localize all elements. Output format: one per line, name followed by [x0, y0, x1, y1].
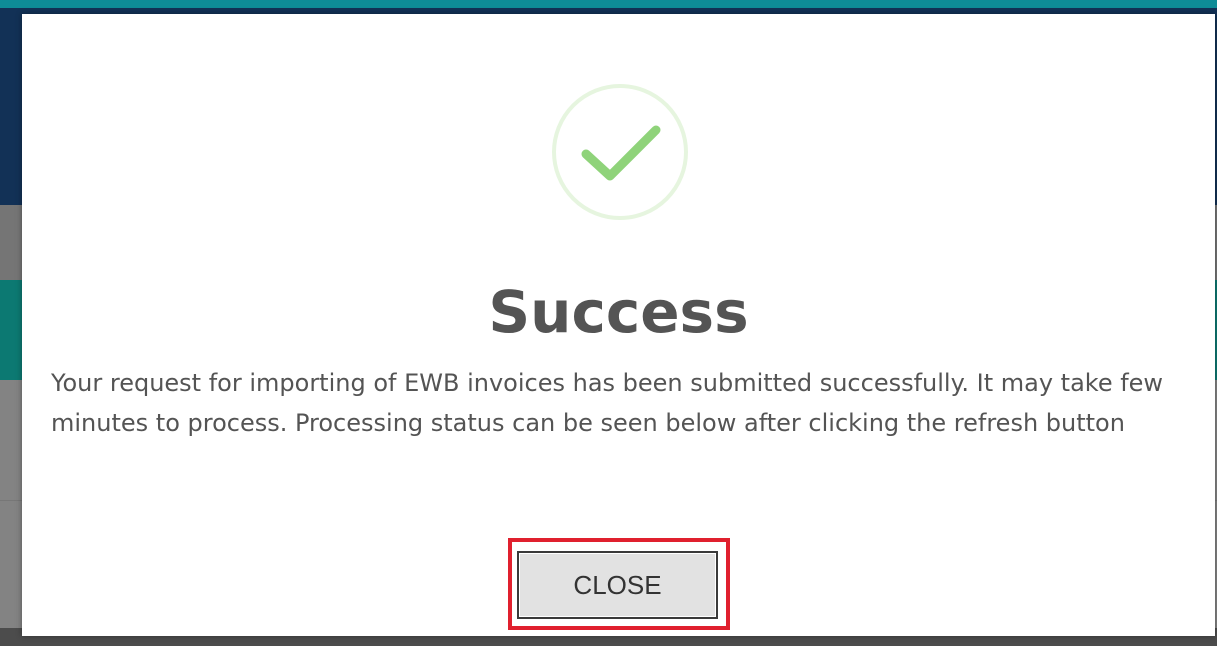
close-button[interactable]: CLOSE [517, 551, 718, 619]
success-dialog: Success Your request for importing of EW… [22, 14, 1215, 636]
checkmark-icon [552, 84, 688, 220]
screen: Success Your request for importing of EW… [0, 0, 1217, 646]
dialog-title: Success [488, 278, 749, 346]
dialog-message: Your request for importing of EWB invoic… [51, 369, 1164, 437]
